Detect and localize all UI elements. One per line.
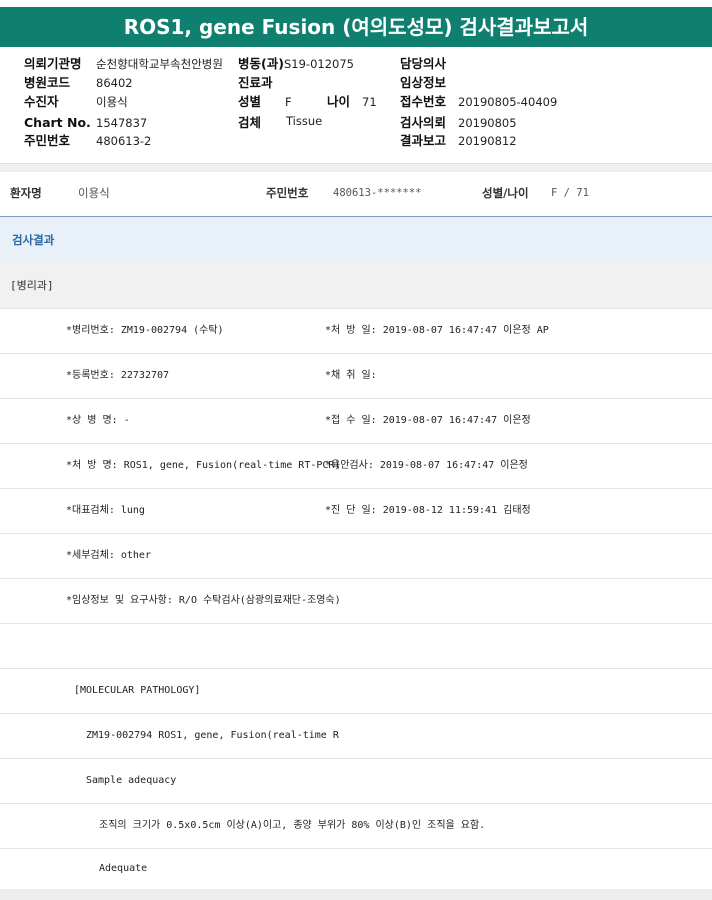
collector-value: 이용식 [96, 95, 128, 109]
header-divider [0, 163, 712, 172]
report-header: 의뢰기관명 순천향대학교부속천안병원 병동(과) S19-012075 담당의사… [0, 52, 712, 162]
criteria-row: 조직의 크기가 0.5x0.5cm 이상(A)이고, 종양 부위가 80% 이상… [0, 804, 712, 849]
sex-label: 성별 [238, 94, 262, 109]
chart-no-value: 1547837 [96, 116, 148, 130]
age-label: 나이 [327, 94, 351, 109]
ward-value: S19-012075 [284, 57, 354, 71]
hospital-code-value: 86402 [96, 76, 133, 90]
age-value: 71 [362, 95, 377, 109]
patient-name-value: 이용식 [78, 186, 110, 200]
info-left: *등록번호: 22732707 [66, 370, 170, 381]
info-left: *대표검체: lung [66, 505, 145, 516]
info-left: *처 방 명: ROS1, gene, Fusion(real-time RT-… [66, 460, 341, 471]
info-row: *대표검체: lung *진 단 일: 2019-08-12 11:59:41 … [0, 489, 712, 534]
request-value: 20190805 [458, 116, 517, 130]
info-row: *처 방 명: ROS1, gene, Fusion(real-time RT-… [0, 444, 712, 489]
info-row: *임상정보 및 요구사항: R/O 수탁검사(삼광의료재단-조영숙) [0, 579, 712, 624]
specimen-label: 검체 [238, 115, 262, 130]
info-row: *병리번호: ZM19-002794 (수탁) *처 방 일: 2019-08-… [0, 309, 712, 354]
adequacy-row: Sample adequacy [0, 759, 712, 804]
department-label: [병리과] [10, 279, 54, 292]
report-id-row: ZM19-002794 ROS1, gene, Fusion(real-time… [0, 714, 712, 759]
patient-sexage-label: 성별/나이 [482, 186, 529, 200]
request-label: 검사의뢰 [400, 115, 447, 130]
patient-sexage-value: F / 71 [551, 187, 589, 199]
reception-no-label: 접수번호 [400, 94, 447, 109]
info-left: *임상정보 및 요구사항: R/O 수탁검사(삼광의료재단-조영숙) [66, 595, 341, 606]
clinic-label: 진료과 [238, 75, 273, 90]
reception-no-value: 20190805-40409 [458, 95, 558, 109]
patient-name-label: 환자명 [10, 186, 42, 200]
info-right: *채 취 일: [325, 370, 377, 381]
report-date-value: 20190812 [458, 134, 517, 148]
patient-bar: 환자명 이용식 주민번호 480613-******* 성별/나이 F / 71 [0, 172, 712, 214]
adequacy-label: Sample adequacy [86, 775, 177, 786]
ward-label: 병동(과) [238, 56, 284, 71]
specimen-value: Tissue [286, 114, 323, 128]
info-row: *등록번호: 22732707 *채 취 일: [0, 354, 712, 399]
info-right: *처 방 일: 2019-08-07 16:47:47 이은정 AP [325, 325, 549, 336]
report-id-line: ZM19-002794 ROS1, gene, Fusion(real-time… [86, 730, 339, 741]
info-right: *진 단 일: 2019-08-12 11:59:41 김태정 [325, 505, 531, 516]
report-section-label: [MOLECULAR PATHOLOGY] [74, 685, 201, 696]
report-title: ROS1, gene Fusion (여의도성모) 검사결과보고서 [0, 7, 712, 47]
report-section-row: [MOLECULAR PATHOLOGY] [0, 669, 712, 714]
info-row: *세부검체: other [0, 534, 712, 579]
patient-id-label: 주민번호 [266, 186, 309, 200]
doctor-label: 담당의사 [400, 56, 447, 71]
sex-value: F [285, 95, 292, 109]
collector-label: 수진자 [24, 94, 59, 109]
hospital-code-label: 병원코드 [24, 75, 71, 90]
resident-no-value: 480613-2 [96, 134, 152, 148]
institution-label: 의뢰기관명 [24, 56, 82, 71]
criteria-text: 조직의 크기가 0.5x0.5cm 이상(A)이고, 종양 부위가 80% 이상… [99, 820, 486, 831]
info-right: *육안검사: 2019-08-07 16:47:47 이은정 [325, 460, 528, 471]
info-left: *세부검체: other [66, 550, 151, 561]
info-right: *접 수 일: 2019-08-07 16:47:47 이은정 [325, 415, 531, 426]
tab-test-result[interactable]: 검사결과 [0, 216, 712, 264]
blank-row [0, 624, 712, 669]
resident-no-label: 주민번호 [24, 133, 71, 148]
adequacy-value-row: Adequate [0, 849, 712, 889]
bottom-strip [0, 889, 712, 900]
institution-value: 순천향대학교부속천안병원 [96, 57, 223, 71]
report-date-label: 결과보고 [400, 133, 447, 148]
adequacy-value: Adequate [99, 863, 148, 874]
clinical-info-label: 임상정보 [400, 75, 447, 90]
tab-test-result-label: 검사결과 [12, 233, 55, 247]
patient-id-value: 480613-******* [333, 187, 422, 199]
info-left: *병리번호: ZM19-002794 (수탁) [66, 325, 224, 336]
chart-no-label: Chart No. [24, 115, 91, 130]
department-heading: [병리과] [0, 263, 712, 309]
info-row: *상 병 명: - *접 수 일: 2019-08-07 16:47:47 이은… [0, 399, 712, 444]
info-left: *상 병 명: - [66, 415, 130, 426]
